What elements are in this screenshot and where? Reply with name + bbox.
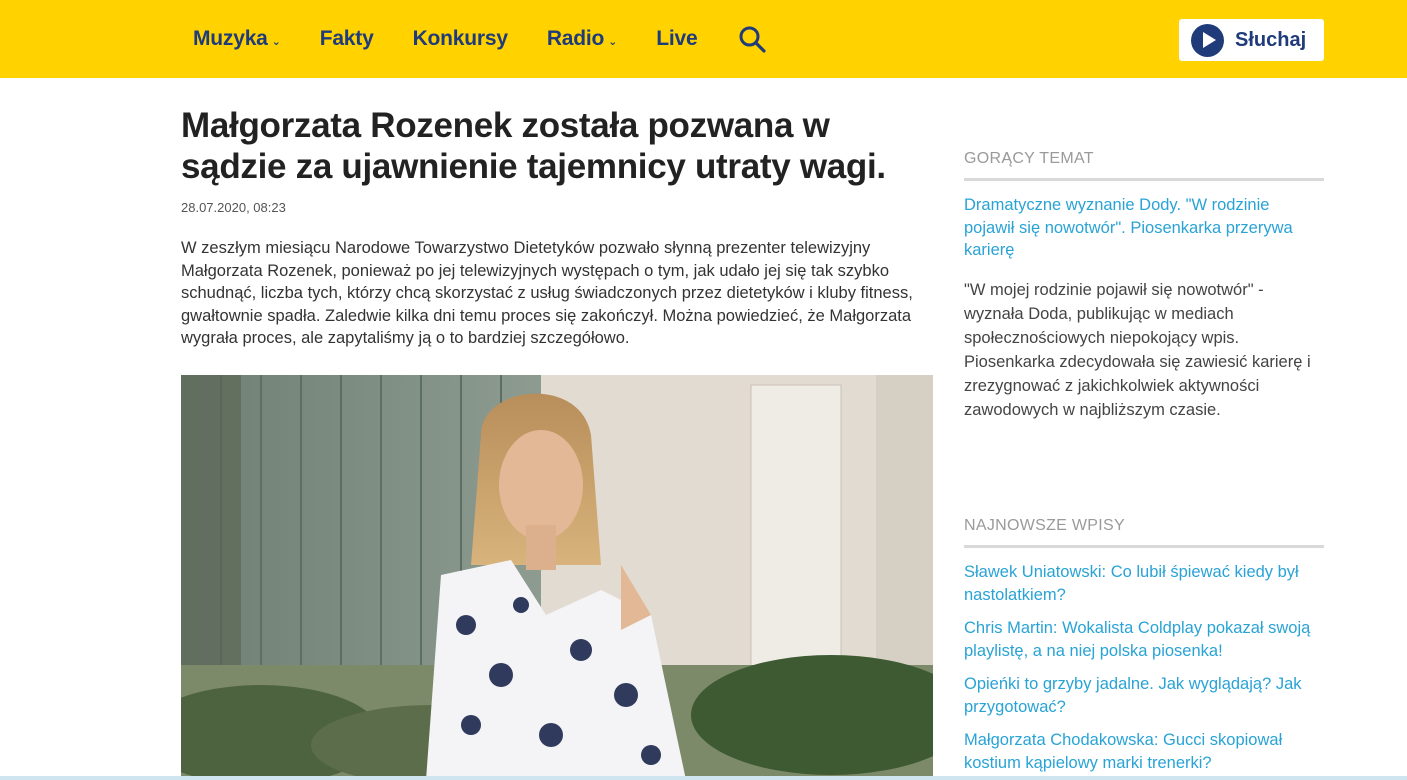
chevron-down-icon: ⌄ xyxy=(271,35,281,48)
latest-post-link[interactable]: Opieńki to grzyby jadalne. Jak wyglądają… xyxy=(964,673,1324,718)
chevron-down-icon: ⌄ xyxy=(608,35,618,48)
hot-topic-link[interactable]: Dramatyczne wyznanie Dody. "W rodzinie p… xyxy=(964,194,1324,262)
nav-item-konkursy[interactable]: Konkursy xyxy=(413,27,508,51)
article-photo-image xyxy=(181,375,933,780)
bottom-divider xyxy=(0,776,1407,780)
nav-item-label: Muzyka xyxy=(193,27,268,50)
nav-item-live[interactable]: Live xyxy=(656,27,697,51)
main-nav: Muzyka ⌄ Fakty Konkursy Radio ⌄ Live xyxy=(193,0,767,78)
nav-item-label: Fakty xyxy=(319,27,374,50)
listen-button[interactable]: Słuchaj xyxy=(1179,19,1324,61)
article-date: 28.07.2020, 08:23 xyxy=(181,200,286,215)
top-navigation-bar: Muzyka ⌄ Fakty Konkursy Radio ⌄ Live Słu… xyxy=(0,0,1407,78)
nav-item-radio[interactable]: Radio ⌄ xyxy=(546,27,618,51)
nav-item-label: Radio xyxy=(546,27,605,50)
play-icon xyxy=(1191,23,1224,57)
search-icon xyxy=(739,26,767,53)
latest-post-link[interactable]: Chris Martin: Wokalista Coldplay pokazał… xyxy=(964,617,1324,662)
latest-post-link[interactable]: Sławek Uniatowski: Co lubił śpiewać kied… xyxy=(964,561,1324,606)
listen-label: Słuchaj xyxy=(1235,28,1307,51)
search-button[interactable] xyxy=(738,25,767,53)
latest-posts-list: Sławek Uniatowski: Co lubił śpiewać kied… xyxy=(964,561,1324,780)
latest-posts-heading: NAJNOWSZE WPISY xyxy=(964,517,1324,548)
hot-topic-description: "W mojej rodzinie pojawił się nowotwór" … xyxy=(964,281,1311,419)
article-photo xyxy=(181,375,933,780)
nav-item-muzyka[interactable]: Muzyka ⌄ xyxy=(193,27,281,51)
nav-item-fakty[interactable]: Fakty xyxy=(320,27,374,51)
latest-post-link[interactable]: Małgorzata Chodakowska: Gucci skopiował … xyxy=(964,729,1324,774)
hot-topic-heading: GORĄCY TEMAT xyxy=(964,150,1324,181)
nav-item-label: Konkursy xyxy=(412,27,508,50)
article-lead: W zeszłym miesiącu Narodowe Towarzystwo … xyxy=(181,239,913,347)
article: Małgorzata Rozenek została pozwana w sąd… xyxy=(181,105,933,350)
article-title: Małgorzata Rozenek została pozwana w sąd… xyxy=(181,106,886,186)
nav-item-label: Live xyxy=(656,27,698,50)
